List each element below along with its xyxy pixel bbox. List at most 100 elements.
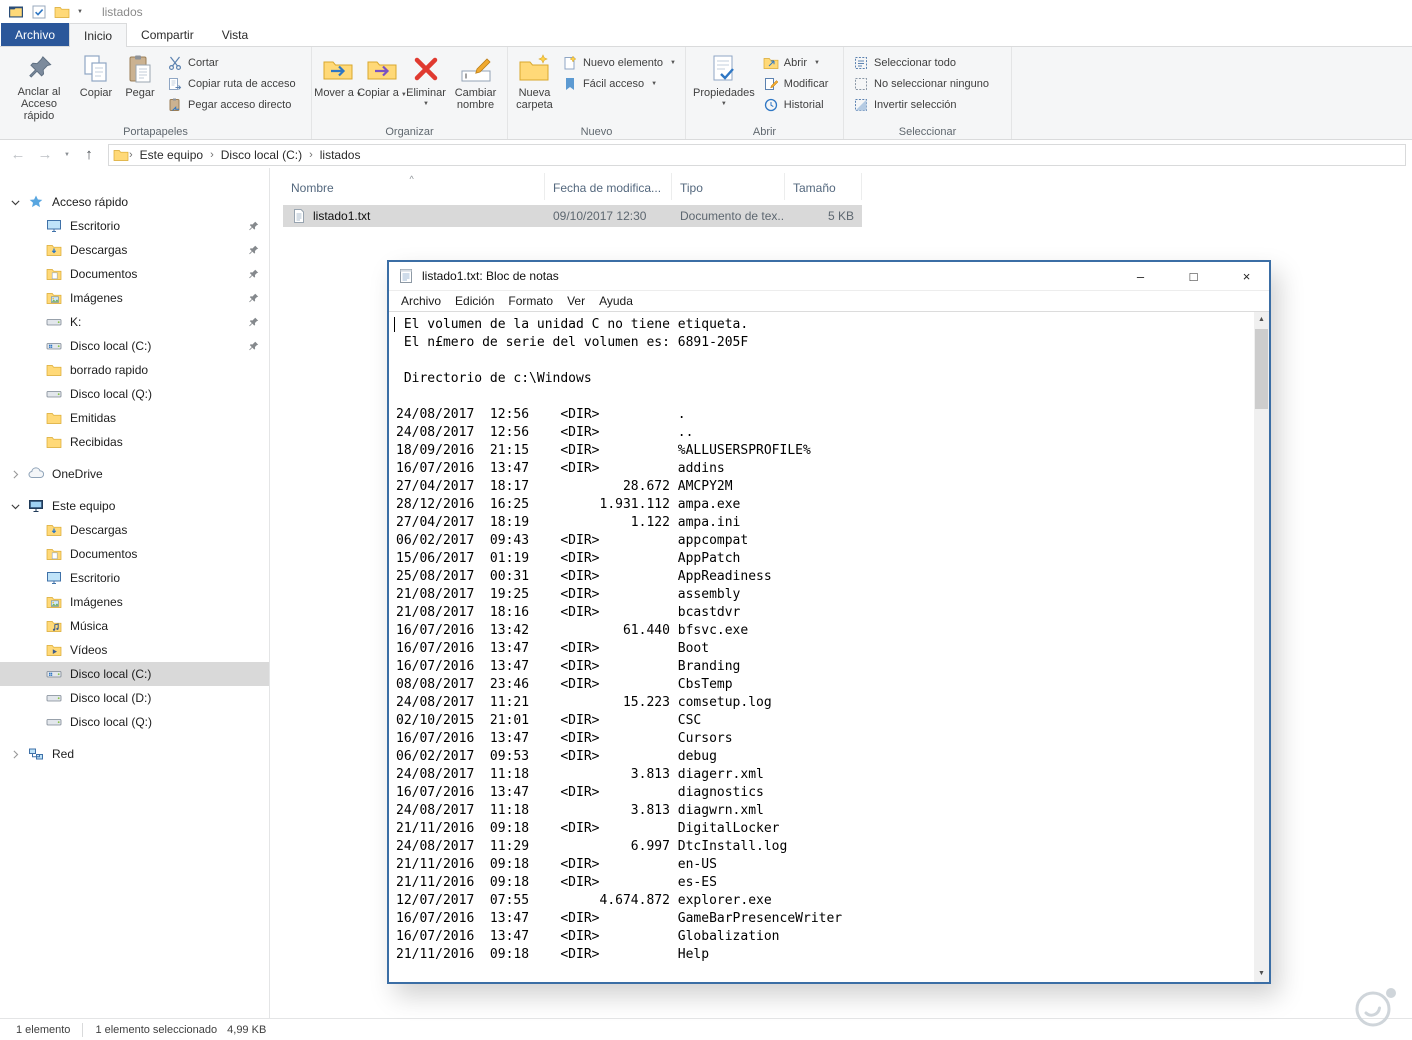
breadcrumb-listados[interactable]: listados bbox=[313, 148, 368, 162]
menu-edicion[interactable]: Edición bbox=[448, 294, 501, 308]
tab-vista[interactable]: Vista bbox=[208, 23, 262, 46]
invert-selection-button[interactable]: Invertir selección bbox=[848, 94, 994, 115]
properties-button[interactable]: Propiedades ▼ bbox=[690, 50, 758, 122]
sidebar-item-emitidas[interactable]: Emitidas bbox=[0, 406, 269, 430]
new-folder-icon bbox=[518, 53, 550, 85]
notepad-scrollbar[interactable]: ▲ ▼ bbox=[1254, 312, 1269, 982]
sidebar-item-descargas[interactable]: Descargas bbox=[0, 238, 269, 262]
sidebar-item-pc-musica[interactable]: Música bbox=[0, 614, 269, 638]
paste-button[interactable]: Pegar bbox=[118, 50, 162, 122]
notepad-edit-area[interactable]: El volumen de la unidad C no tiene etiqu… bbox=[389, 312, 1269, 982]
column-header-nombre[interactable]: ^ Nombre bbox=[283, 173, 545, 200]
sidebar-section-onedrive[interactable]: OneDrive bbox=[0, 462, 269, 486]
folder-icon bbox=[46, 410, 62, 426]
file-type-cell: Documento de tex... bbox=[680, 209, 785, 223]
sidebar-item-disco-q-qa[interactable]: Disco local (Q:) bbox=[0, 382, 269, 406]
sidebar-item-documentos[interactable]: Documentos bbox=[0, 262, 269, 286]
sidebar-item-pc-videos[interactable]: Vídeos bbox=[0, 638, 269, 662]
status-bar: 1 elemento 1 elemento seleccionado 4,99 … bbox=[0, 1018, 1412, 1040]
new-folder-button[interactable]: Nueva carpeta bbox=[512, 50, 557, 122]
pin-to-quick-access-button[interactable]: Anclar al Acceso rápido bbox=[4, 50, 74, 122]
qat-properties-icon[interactable] bbox=[31, 4, 47, 20]
group-label-new: Nuevo bbox=[580, 126, 613, 138]
sidebar-item-k-drive[interactable]: K: bbox=[0, 310, 269, 334]
sidebar-item-pc-escritorio[interactable]: Escritorio bbox=[0, 566, 269, 590]
history-button[interactable]: Historial bbox=[758, 94, 834, 115]
menu-formato[interactable]: Formato bbox=[501, 294, 560, 308]
notepad-titlebar[interactable]: listado1.txt: Bloc de notas – □ × bbox=[389, 262, 1269, 291]
drive-icon bbox=[46, 386, 62, 402]
maximize-button[interactable]: □ bbox=[1171, 262, 1216, 291]
tab-inicio[interactable]: Inicio bbox=[69, 23, 128, 47]
easy-access-button[interactable]: Fácil acceso ▼ bbox=[557, 73, 681, 94]
folder-icon bbox=[113, 147, 129, 163]
menu-ayuda[interactable]: Ayuda bbox=[592, 294, 640, 308]
sidebar-item-imagenes[interactable]: Imágenes bbox=[0, 286, 269, 310]
sidebar-item-pc-disco-c[interactable]: Disco local (C:) bbox=[0, 662, 269, 686]
tab-compartir[interactable]: Compartir bbox=[127, 23, 208, 46]
sidebar-section-this-pc[interactable]: Este equipo bbox=[0, 494, 269, 518]
back-button[interactable]: ← bbox=[6, 146, 30, 163]
column-header-tipo[interactable]: Tipo bbox=[672, 173, 785, 200]
edit-button[interactable]: Modificar bbox=[758, 73, 834, 94]
delete-button[interactable]: Eliminar ▼ bbox=[404, 50, 448, 122]
pictures-icon bbox=[46, 594, 62, 610]
notepad-content[interactable]: El volumen de la unidad C no tiene etiqu… bbox=[389, 312, 1254, 982]
qat-new-folder-icon[interactable] bbox=[54, 4, 70, 20]
scrollbar-thumb[interactable] bbox=[1255, 329, 1268, 409]
move-to-button[interactable]: Mover a ▼ bbox=[314, 50, 362, 122]
sidebar-item-recibidas[interactable]: Recibidas bbox=[0, 430, 269, 454]
menu-ver[interactable]: Ver bbox=[560, 294, 592, 308]
tab-archivo[interactable]: Archivo bbox=[1, 23, 70, 46]
downloads-icon bbox=[46, 242, 62, 258]
sidebar-item-pc-disco-q[interactable]: Disco local (Q:) bbox=[0, 710, 269, 734]
forward-button[interactable]: → bbox=[33, 146, 57, 163]
status-divider bbox=[82, 1022, 84, 1037]
chevron-collapsed-icon[interactable] bbox=[9, 468, 22, 481]
rename-button[interactable]: Cambiar nombre bbox=[448, 50, 503, 122]
new-item-button[interactable]: Nuevo elemento ▼ bbox=[557, 52, 681, 73]
up-button[interactable]: ↑ bbox=[77, 146, 101, 163]
copy-to-button[interactable]: Copiar a ▼ bbox=[357, 50, 407, 122]
sidebar-section-network[interactable]: Red bbox=[0, 742, 269, 766]
pin-icon bbox=[247, 292, 260, 305]
chevron-expanded-icon[interactable] bbox=[9, 196, 22, 209]
chevron-collapsed-icon[interactable] bbox=[9, 748, 22, 761]
menu-archivo[interactable]: Archivo bbox=[394, 294, 448, 308]
breadcrumb-this-pc[interactable]: Este equipo bbox=[133, 148, 210, 162]
qat-customize-icon[interactable]: ▼ bbox=[77, 9, 83, 15]
column-header-fecha[interactable]: Fecha de modifica... bbox=[545, 173, 672, 200]
sidebar-item-borrado-rapido[interactable]: borrado rapido bbox=[0, 358, 269, 382]
delete-icon bbox=[410, 53, 442, 85]
sidebar-item-pc-descargas[interactable]: Descargas bbox=[0, 518, 269, 542]
address-bar[interactable]: › Este equipo › Disco local (C:) › lista… bbox=[108, 143, 1406, 166]
sidebar-item-escritorio[interactable]: Escritorio bbox=[0, 214, 269, 238]
sidebar-item-pc-disco-d[interactable]: Disco local (D:) bbox=[0, 686, 269, 710]
copy-button[interactable]: Copiar bbox=[74, 50, 118, 122]
sidebar-item-pc-imagenes[interactable]: Imágenes bbox=[0, 590, 269, 614]
open-button[interactable]: Abrir ▼ bbox=[758, 52, 834, 73]
explorer-titlebar: ▼ listados bbox=[0, 0, 1412, 24]
breadcrumb-disk-c[interactable]: Disco local (C:) bbox=[214, 148, 309, 162]
select-all-button[interactable]: Seleccionar todo bbox=[848, 52, 994, 73]
sidebar-item-disco-c-qa[interactable]: Disco local (C:) bbox=[0, 334, 269, 358]
column-header-tamano[interactable]: Tamaño bbox=[785, 173, 862, 200]
cut-button[interactable]: Cortar bbox=[162, 52, 301, 73]
invert-selection-icon bbox=[853, 97, 869, 113]
copy-path-button[interactable]: Copiar ruta de acceso bbox=[162, 73, 301, 94]
scroll-down-icon[interactable]: ▼ bbox=[1254, 966, 1269, 982]
select-none-button[interactable]: No seleccionar ninguno bbox=[848, 73, 994, 94]
scroll-up-icon[interactable]: ▲ bbox=[1254, 312, 1269, 328]
pin-icon bbox=[247, 340, 260, 353]
file-row-listado1[interactable]: listado1.txt 09/10/2017 12:30 Documento … bbox=[283, 205, 862, 227]
file-size-cell: 5 KB bbox=[827, 209, 854, 223]
minimize-button[interactable]: – bbox=[1118, 262, 1163, 291]
sidebar-section-quick-access[interactable]: Acceso rápido bbox=[0, 190, 269, 214]
recent-locations-icon[interactable]: ▼ bbox=[60, 152, 74, 158]
close-button[interactable]: × bbox=[1224, 262, 1269, 291]
chevron-expanded-icon[interactable] bbox=[9, 500, 22, 513]
paste-shortcut-button[interactable]: Pegar acceso directo bbox=[162, 94, 301, 115]
ribbon-tab-strip: Archivo Inicio Compartir Vista bbox=[0, 23, 1412, 47]
folder-icon bbox=[46, 362, 62, 378]
sidebar-item-pc-documentos[interactable]: Documentos bbox=[0, 542, 269, 566]
